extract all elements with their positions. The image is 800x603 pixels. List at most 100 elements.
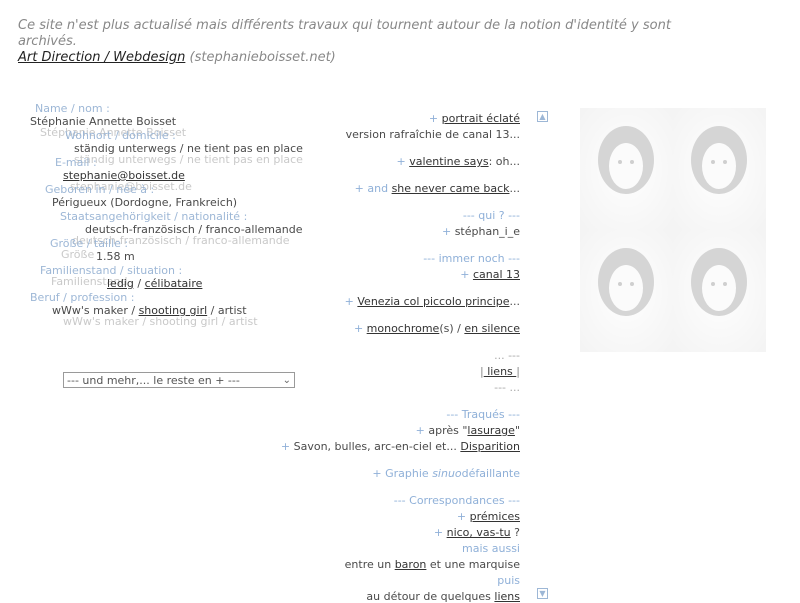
menu-item-liens: | liens | — [480, 365, 520, 378]
lasurage-link[interactable]: lasurage — [467, 424, 515, 437]
domicile-label: Wohnort / domicile : — [65, 129, 176, 142]
more-select-value: --- und mehr,... le reste en + --- — [67, 374, 240, 387]
job-text-1: wWw's maker / — [52, 304, 136, 317]
portrait-link[interactable]: portrait éclaté — [442, 112, 520, 125]
en-silence-link[interactable]: en silence — [464, 322, 520, 335]
menu-item-disparition: + Savon, bulles, arc-en-ciel et... Dispa… — [281, 440, 520, 453]
graphie-italic: sinuo — [432, 467, 462, 480]
canal-13-link[interactable]: canal 13 — [473, 268, 520, 281]
premices-link[interactable]: prémices — [470, 510, 520, 523]
venezia-link[interactable]: Venezia col piccolo principe — [357, 295, 509, 308]
plus-icon: + — [354, 182, 364, 195]
correspondances-header: --- Correspondances --- — [393, 494, 520, 507]
job-value: wWw's maker / shooting girl / artist — [52, 304, 247, 317]
status-label: Familienstand / situation : — [40, 264, 183, 277]
menu-item-monochrome: + monochrome(s) / en silence — [354, 322, 520, 335]
archive-notice: Ce site n'est plus actualisé mais différ… — [18, 18, 708, 66]
job-text-2: / artist — [210, 304, 247, 317]
nico-link[interactable]: nico, vas-tu — [447, 526, 511, 539]
plus-icon: + — [441, 225, 452, 238]
menu-item-detour: au détour de quelques liens — [366, 590, 520, 603]
stephan-text: stéphan_i_e — [454, 225, 520, 238]
apres-text: après " — [428, 424, 468, 437]
never-suffix: ... — [509, 182, 521, 195]
plus-icon: + — [428, 112, 439, 125]
plus-icon: + — [456, 510, 467, 523]
and-text: and — [367, 182, 389, 195]
portrait-photos — [580, 108, 766, 352]
plus-icon: + — [344, 295, 354, 308]
qui-header: --- qui ? --- — [462, 209, 520, 222]
pipe-separator-2: | — [516, 365, 520, 378]
never-came-back-link[interactable]: she never came back — [392, 182, 510, 195]
chevron-down-icon: ⌄ — [282, 375, 291, 386]
more-select[interactable]: --- und mehr,... le reste en + --- ⌄ — [63, 372, 295, 388]
traques-header: --- Traqués --- — [446, 408, 520, 421]
menu-item-portrait: + portrait éclaté — [429, 112, 520, 125]
scroll-down-icon[interactable]: ▼ — [537, 588, 548, 599]
venezia-suffix: ... — [509, 295, 521, 308]
detour-liens-link[interactable]: liens — [494, 590, 520, 603]
disparition-link[interactable]: Disparition — [460, 440, 520, 453]
status-value: ledig / célibataire — [107, 277, 202, 290]
plus-icon: + — [396, 155, 406, 168]
liens-link[interactable]: liens — [484, 365, 517, 378]
menu-item-nico: + nico, vas-tu ? — [434, 526, 520, 539]
dots-bottom: --- ... — [494, 381, 520, 394]
plus-icon: + — [353, 322, 364, 335]
menu-item-stephan: + stéphan_i_e — [442, 225, 520, 238]
immer-header: --- immer noch --- — [423, 252, 520, 265]
ledig-link[interactable]: ledig — [107, 277, 134, 290]
plus-icon: + — [280, 440, 291, 453]
nico-suffix: ? — [514, 526, 520, 539]
menu-item-lasurage: + après "lasurage" — [416, 424, 520, 437]
email-link[interactable]: stephanie@boisset.de — [63, 169, 185, 182]
portrait-grid-image — [580, 108, 766, 352]
menu-item-valentine: + valentine says: oh... — [397, 155, 521, 168]
height-value: 1.58 m — [96, 250, 135, 263]
menu-item-premices: + prémices — [457, 510, 520, 523]
entre-text: entre un — [344, 558, 392, 571]
email-label: E-mail : — [55, 156, 97, 169]
menu-item-never: + and she never came back... — [355, 182, 520, 195]
monochrome-suffix: (s) / — [439, 322, 461, 335]
menu-item-canal: + canal 13 — [460, 268, 520, 281]
menu-item-graphie[interactable]: + Graphie sinuodéfaillante — [372, 467, 520, 480]
savon-text: Savon, bulles, arc-en-ciel et... — [293, 440, 457, 453]
nationality-value: deutsch-französisch / franco-allemande — [85, 223, 303, 236]
plus-icon: + — [372, 467, 382, 480]
menu-item-venezia: + Venezia col piccolo principe... — [345, 295, 520, 308]
shooting-girl-link[interactable]: shooting girl — [139, 304, 208, 317]
born-label: Geboren in / née à : — [45, 183, 155, 196]
mais-aussi: mais aussi — [462, 542, 520, 555]
puis: puis — [497, 574, 520, 587]
archive-notice-text: Ce site n'est plus actualisé mais différ… — [18, 18, 671, 49]
name-label: Name / nom : — [35, 102, 110, 115]
name-value: Stéphanie Annette Boisset — [30, 115, 177, 128]
detour-text: au détour de quelques — [366, 590, 491, 603]
job-label: Beruf / profession : — [30, 291, 135, 304]
born-value: Périgueux (Dordogne, Frankreich) — [52, 196, 238, 209]
monochrome-link[interactable]: monochrome — [367, 322, 440, 335]
dots-top: ... --- — [494, 349, 520, 362]
height-label: Größe / taille : — [50, 237, 129, 250]
portrait-desc: version rafraîchie de canal 13... — [345, 128, 520, 141]
art-direction-suffix: (stephanieboisset.net) — [189, 50, 336, 65]
plus-icon: + — [460, 268, 470, 281]
domicile-value: ständig unterwegs / ne tient pas en plac… — [74, 142, 303, 155]
graphie-text: Graphie — [385, 467, 429, 480]
graphie-end: défaillante — [461, 467, 520, 480]
menu-item-baron: entre un baron et une marquise — [345, 558, 520, 571]
valentine-link[interactable]: valentine says — [409, 155, 488, 168]
scroll-up-icon[interactable]: ▲ — [537, 111, 548, 122]
art-direction-link[interactable]: Art Direction / Webdesign — [18, 50, 185, 65]
entre-suffix: et une marquise — [429, 558, 520, 571]
apres-close: " — [514, 424, 520, 437]
valentine-suffix: : oh... — [488, 155, 520, 168]
plus-icon: + — [433, 526, 444, 539]
nationality-label: Staatsangehörigkeit / nationalité : — [60, 210, 248, 223]
plus-icon: + — [415, 424, 425, 437]
baron-link[interactable]: baron — [395, 558, 427, 571]
status-separator: / — [137, 277, 142, 290]
celibataire-link[interactable]: célibataire — [145, 277, 203, 290]
